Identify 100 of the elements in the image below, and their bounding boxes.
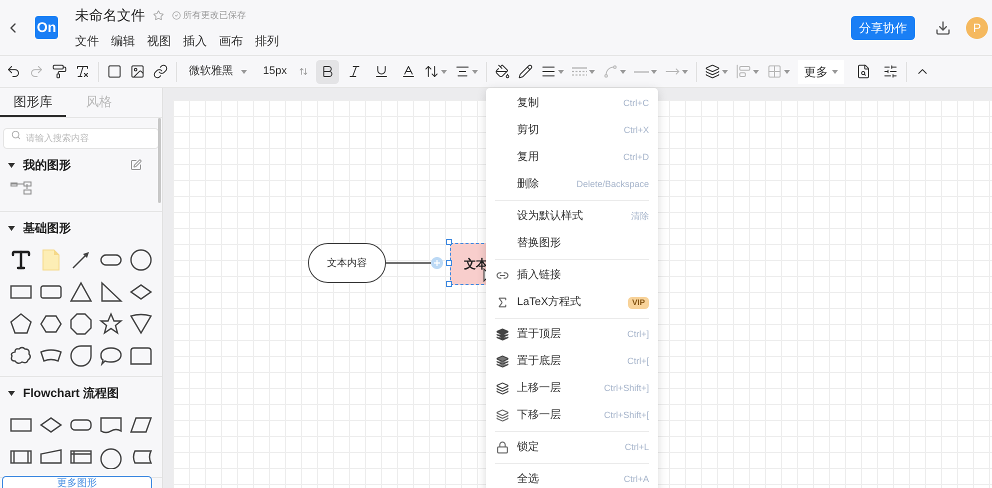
menu-item[interactable]: 置于底层 Ctrl+[	[486, 348, 658, 375]
menu-item[interactable]: 插入链接	[486, 262, 658, 289]
menu-item[interactable]: 置于顶层 Ctrl+]	[486, 321, 658, 348]
font-size-select[interactable]: 15px	[255, 60, 316, 84]
section-title[interactable]: Flowchart 流程图	[23, 384, 154, 402]
menu-item[interactable]: 下移一层 Ctrl+Shift+[	[486, 402, 658, 429]
caret-icon	[241, 70, 247, 74]
star-icon[interactable]	[153, 10, 164, 21]
menu-item[interactable]: 排列	[255, 32, 279, 50]
check-icon	[172, 11, 181, 20]
save-status: 所有更改已保存	[183, 8, 246, 22]
flowchart-node[interactable]: 文本内容	[308, 243, 386, 283]
connector-icon	[602, 64, 618, 79]
caret-icon	[472, 70, 478, 74]
share-button[interactable]: 分享协作	[851, 16, 915, 40]
align-icon	[454, 64, 470, 79]
shortcut-label: Ctrl+A	[624, 472, 649, 486]
shape-group-icon[interactable]	[10, 181, 32, 195]
sigma-icon	[496, 296, 509, 309]
more-button[interactable]: 更多	[798, 60, 844, 84]
layers-icon	[496, 355, 509, 368]
format-painter-icon	[52, 64, 67, 79]
drop-icon[interactable]	[69, 344, 93, 368]
fill-icon	[494, 64, 510, 79]
edit-icon[interactable]	[130, 159, 142, 171]
layers-icon	[704, 64, 720, 79]
caret-icon	[682, 70, 688, 74]
shortcut-label: Ctrl+Shift+]	[604, 382, 649, 395]
line-icon	[634, 70, 649, 72]
caret-icon	[832, 70, 838, 74]
caret-icon[interactable]	[8, 162, 15, 168]
shortcut-label: Ctrl+L	[624, 440, 649, 454]
redo-icon	[29, 64, 44, 79]
rectangle-icon	[107, 64, 122, 79]
triangle-icon[interactable]	[69, 280, 93, 304]
menu-item[interactable]: 插入	[183, 32, 207, 50]
settings-icon	[882, 64, 898, 79]
menu-item[interactable]: 设为默认样式 清除	[486, 203, 658, 230]
caret-icon	[784, 70, 790, 74]
shortcut-label: Ctrl+]	[627, 328, 649, 341]
undo-icon	[6, 64, 21, 79]
search-icon	[856, 64, 871, 79]
font-color-icon	[400, 64, 416, 79]
underline-icon	[374, 64, 389, 79]
resize-handle[interactable]	[446, 239, 452, 245]
shortcut-label: Ctrl+[	[627, 354, 649, 368]
app-logo: On	[35, 16, 58, 39]
layers-icon	[496, 409, 509, 422]
pentagon-icon[interactable]	[9, 312, 33, 336]
circle-icon[interactable]	[129, 248, 153, 272]
menu-item[interactable]: 复制 Ctrl+C	[486, 90, 658, 117]
octagon-icon[interactable]	[69, 312, 93, 336]
line-spacing-icon	[424, 64, 439, 79]
menu-item[interactable]: 文件	[75, 32, 99, 50]
menu-item[interactable]: 替换图形	[486, 230, 658, 257]
right-triangle-icon[interactable]	[99, 280, 123, 304]
search-icon	[11, 130, 21, 140]
layers-icon	[496, 382, 509, 395]
shortcut-label: 清除	[631, 210, 649, 223]
document-title[interactable]: 未命名文件	[75, 5, 145, 26]
caret-icon	[588, 70, 595, 74]
download-icon[interactable]	[935, 20, 951, 36]
menu-item[interactable]: 删除 Delete/Backspace	[486, 171, 658, 198]
caret-icon	[620, 70, 626, 74]
lock-icon	[496, 441, 509, 454]
caret-icon[interactable]	[8, 390, 15, 396]
resize-handle[interactable]	[446, 260, 452, 266]
menu-item[interactable]: 编辑	[111, 32, 135, 50]
font-select[interactable]: 微软雅黑	[181, 60, 255, 84]
search-field[interactable]: 请输入搜索内容	[3, 128, 159, 148]
bold-button[interactable]	[316, 60, 339, 84]
menu-item[interactable]: 上移一层 Ctrl+Shift+]	[486, 375, 658, 402]
section-title[interactable]: 基础图形	[23, 219, 154, 237]
caret-icon	[722, 70, 728, 74]
sidebar-tab[interactable]: 图形库	[0, 88, 66, 117]
caret-icon[interactable]	[8, 226, 15, 230]
align-left-icon	[736, 64, 751, 79]
stepper-icon	[298, 67, 308, 76]
caret-icon	[440, 70, 447, 74]
menu-item[interactable]: LaTeX方程式 VIP	[486, 289, 658, 316]
menu-item[interactable]: 复用 Ctrl+D	[486, 144, 658, 171]
funnel-icon[interactable]	[129, 312, 153, 336]
shortcut-label: Ctrl+D	[623, 150, 649, 164]
menu-item[interactable]: 全选 Ctrl+A	[486, 466, 658, 488]
resize-handle[interactable]	[446, 281, 452, 287]
menu-item[interactable]: 锁定 Ctrl+L	[486, 434, 658, 461]
shortcut-label: Delete/Backspace	[576, 178, 649, 191]
caret-icon	[650, 70, 657, 74]
image-icon	[130, 64, 145, 79]
text-tool-icon[interactable]	[9, 248, 33, 272]
menu-item[interactable]: 剪切 Ctrl+X	[486, 117, 658, 144]
star-icon[interactable]	[99, 312, 123, 336]
menu-item[interactable]: 视图	[147, 32, 171, 50]
pen-icon	[518, 64, 533, 79]
section-title[interactable]: 我的图形	[23, 156, 122, 174]
italic-icon	[346, 64, 362, 79]
distribute-icon	[766, 64, 782, 79]
layers-icon	[496, 328, 509, 341]
clear-format-icon	[75, 64, 90, 79]
menu-item[interactable]: 画布	[219, 32, 243, 50]
